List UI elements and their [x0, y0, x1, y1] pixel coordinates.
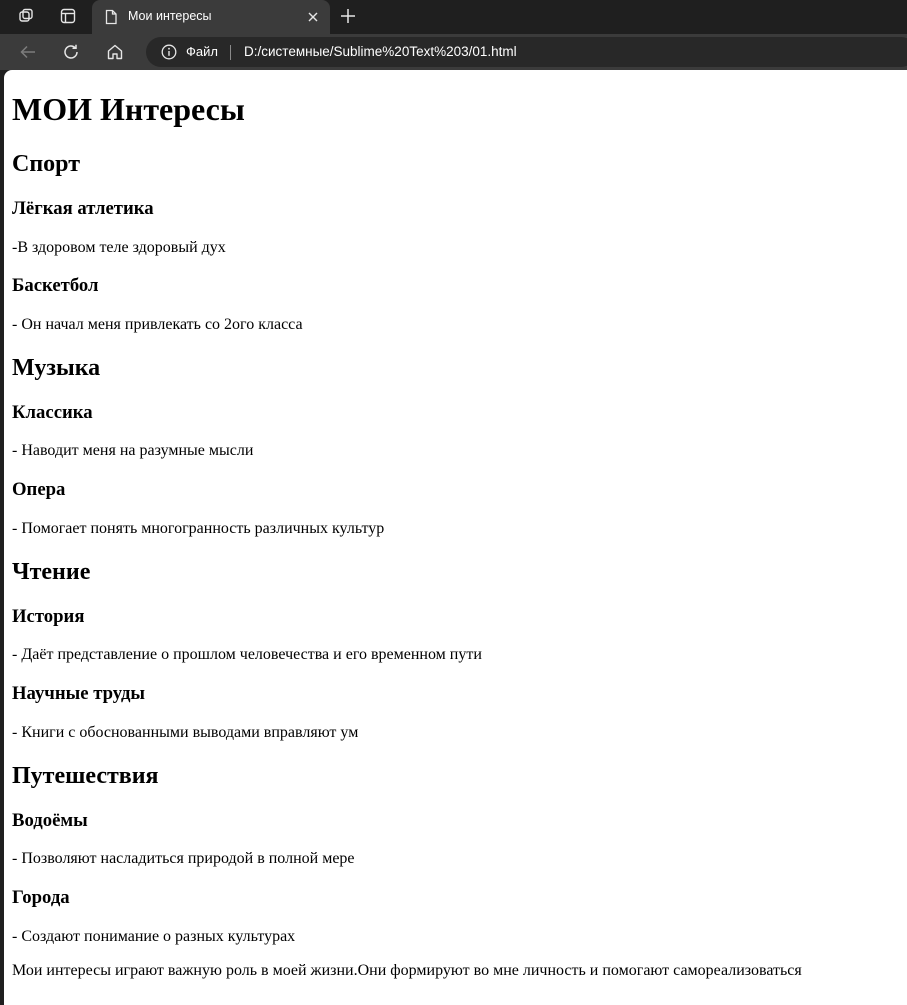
item-text: - Книги с обоснованными выводами вправля…	[12, 723, 359, 741]
item-heading: Водоёмы	[12, 809, 88, 831]
section-heading-reading: Чтение	[12, 558, 91, 585]
item-heading: Лёгкая атлетика	[12, 197, 154, 219]
section-heading-music: Музыка	[12, 354, 101, 381]
tab-title: Мои интересы	[128, 9, 212, 23]
item-text: - Даёт представление о прошлом человечес…	[12, 646, 482, 664]
item-heading: Опера	[12, 479, 66, 501]
home-icon[interactable]	[102, 40, 128, 64]
back-icon[interactable]	[15, 40, 41, 64]
active-tab[interactable]: Мои интересы	[92, 0, 330, 34]
item-heading: Баскетбол	[12, 275, 99, 297]
tab-strip: Мои интересы	[0, 0, 907, 34]
new-tab-icon[interactable]	[336, 4, 360, 28]
item-text: -В здоровом теле здоровый дух	[12, 238, 226, 256]
section-heading-sport: Спорт	[12, 150, 80, 177]
item-heading: Научные труды	[12, 683, 146, 705]
address-bar[interactable]: Файл D:/системные/Sublime%20Text%203/01.…	[146, 37, 907, 67]
workspaces-icon[interactable]	[12, 4, 40, 28]
refresh-icon[interactable]	[58, 40, 84, 64]
item-text: - Наводит меня на разумные мысли	[12, 442, 254, 460]
address-divider	[230, 45, 231, 60]
page-title: МОИ Интересы	[12, 91, 245, 128]
item-text: - Он начал меня привлекать со 2ого класс…	[12, 315, 303, 333]
tab-actions-icon[interactable]	[54, 4, 82, 28]
page-viewport: МОИ Интересы Спорт Лёгкая атлетика -В зд…	[4, 70, 907, 1005]
item-heading: История	[12, 605, 85, 627]
item-text: - Помогает понять многогранность различн…	[12, 519, 385, 537]
page-icon	[102, 8, 120, 26]
navigation-toolbar: Файл D:/системные/Sublime%20Text%203/01.…	[0, 34, 907, 70]
item-heading: Города	[12, 887, 70, 909]
info-icon[interactable]	[161, 44, 177, 60]
scheme-label: Файл	[186, 44, 218, 59]
closing-paragraph: Мои интересы играют важную роль в моей ж…	[12, 961, 802, 979]
item-text: - Создают понимание о разных культурах	[12, 927, 296, 945]
item-text: - Позволяют насладиться природой в полно…	[12, 850, 355, 868]
section-heading-travel: Путешествия	[12, 762, 159, 789]
close-icon[interactable]	[304, 8, 322, 26]
item-heading: Классика	[12, 401, 93, 423]
url-text[interactable]: D:/системные/Sublime%20Text%203/01.html	[244, 44, 517, 60]
document: МОИ Интересы Спорт Лёгкая атлетика -В зд…	[4, 91, 907, 979]
